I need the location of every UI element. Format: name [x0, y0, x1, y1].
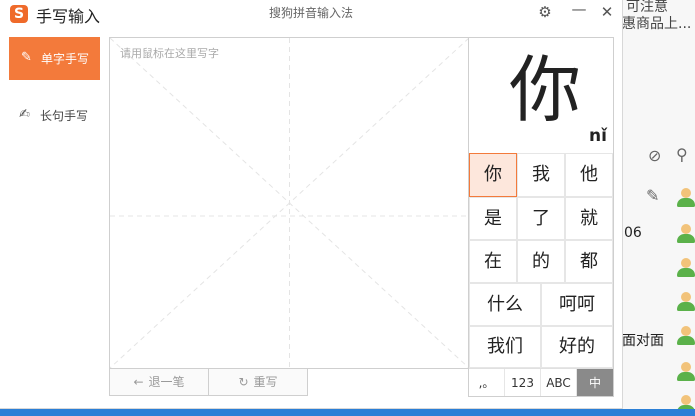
background-text: 惠商品上...: [622, 16, 692, 32]
background-text: 面对面: [622, 333, 664, 349]
mode-number-button[interactable]: 123: [505, 369, 541, 396]
background-app: 可注意 惠商品上... ⊘ ⚲ ✎ 06 面对面: [622, 0, 695, 414]
avatar[interactable]: [675, 360, 695, 382]
sidebar-item-label: 单字手写: [41, 52, 90, 66]
sidebar-item-single-char[interactable]: ✎ 单字手写: [9, 37, 100, 80]
background-text: 06: [624, 225, 642, 241]
search-icon[interactable]: ⚲: [676, 145, 688, 164]
preview-pinyin: nǐ: [589, 126, 607, 146]
candidate-cell[interactable]: 了: [517, 197, 565, 240]
edit-icon[interactable]: ✎: [646, 186, 659, 205]
candidate-cell[interactable]: 的: [517, 240, 565, 283]
preview-character: 你: [509, 48, 582, 132]
candidate-cell[interactable]: 在: [469, 240, 517, 283]
minimize-icon[interactable]: —: [570, 0, 588, 18]
gear-icon[interactable]: ⚙: [536, 3, 554, 21]
char-preview: 你 nǐ: [469, 38, 613, 153]
blocked-contact-icon[interactable]: ⊘: [648, 146, 661, 165]
avatar[interactable]: [675, 222, 695, 244]
mode-letter-button[interactable]: ABC: [541, 369, 577, 396]
candidate-panel: 你 nǐ 你 我 他 是 了 就 在 的 都 什么 呵呵 我们 好的 ,。 12…: [468, 37, 614, 397]
avatar[interactable]: [675, 324, 695, 346]
candidate-cell[interactable]: 是: [469, 197, 517, 240]
avatar[interactable]: [675, 256, 695, 278]
candidate-cell[interactable]: 都: [565, 240, 613, 283]
undo-stroke-label: 退一笔: [148, 375, 185, 389]
input-mode-bar: ,。 123 ABC 中: [469, 368, 613, 396]
avatar[interactable]: [675, 186, 695, 208]
rewrite-label: 重写: [253, 375, 278, 389]
avatar[interactable]: [675, 290, 695, 312]
candidate-cell[interactable]: 就: [565, 197, 613, 240]
sogou-logo-icon: S: [10, 5, 28, 23]
candidate-cell[interactable]: 呵呵: [541, 283, 613, 326]
handwriting-pad[interactable]: 请用鼠标在这里写字: [109, 37, 470, 369]
window-subtitle: 搜狗拼音输入法: [269, 6, 354, 20]
candidate-cell[interactable]: 他: [565, 153, 613, 197]
sidebar-item-label: 长句手写: [40, 109, 89, 123]
candidate-cell[interactable]: 你: [469, 153, 517, 197]
close-icon[interactable]: ✕: [598, 3, 616, 21]
pen-lines-icon: ✍: [19, 107, 30, 122]
refresh-icon: ↻: [238, 375, 249, 389]
arrow-left-icon: ←: [133, 375, 144, 389]
candidate-cell[interactable]: 什么: [469, 283, 541, 326]
rewrite-button[interactable]: ↻ 重写: [208, 368, 308, 396]
title-bar[interactable]: S 手写输入 搜狗拼音输入法 ⚙ — ✕: [0, 0, 622, 28]
undo-stroke-button[interactable]: ← 退一笔: [109, 368, 209, 396]
mode-chinese-button[interactable]: 中: [577, 369, 613, 396]
window-title: 手写输入: [36, 7, 101, 26]
pad-placeholder: 请用鼠标在这里写字: [120, 47, 219, 60]
handwriting-window: S 手写输入 搜狗拼音输入法 ⚙ — ✕ ✎ 单字手写 ✍ 长句手写 请用鼠标在…: [0, 0, 623, 409]
candidate-cell[interactable]: 我: [517, 153, 565, 197]
pad-actions: ← 退一笔 ↻ 重写: [109, 368, 308, 396]
mode-punctuation-button[interactable]: ,。: [469, 369, 505, 396]
pen-square-icon: ✎: [21, 50, 32, 65]
candidate-cell[interactable]: 好的: [541, 326, 613, 368]
sidebar-item-sentence[interactable]: ✍ 长句手写: [9, 96, 100, 132]
pad-guide-lines: [110, 38, 469, 368]
candidate-cell[interactable]: 我们: [469, 326, 541, 368]
taskbar: [0, 409, 695, 416]
